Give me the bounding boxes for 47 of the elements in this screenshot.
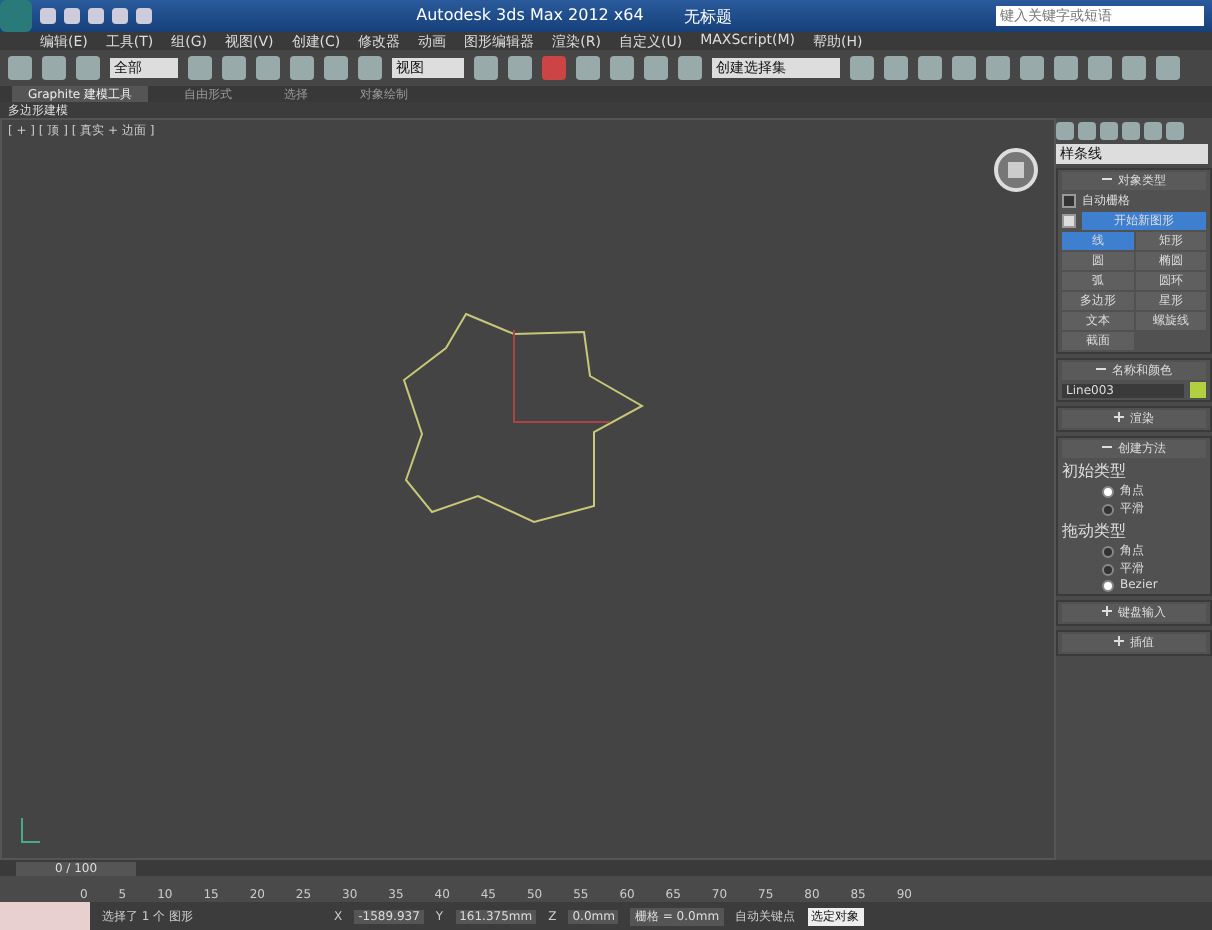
- toolbar-icon[interactable]: [1156, 56, 1180, 80]
- document-title: 无标题: [683, 5, 732, 27]
- toolbar-icon[interactable]: [1088, 56, 1112, 80]
- plus-icon: [1114, 412, 1124, 422]
- app-logo-icon[interactable]: [0, 0, 32, 32]
- checkbox[interactable]: [1062, 194, 1076, 208]
- plus-icon: [1102, 606, 1112, 616]
- toolbar-icon[interactable]: [850, 56, 874, 80]
- group-title: 初始类型: [1062, 462, 1126, 480]
- toolbar-icon[interactable]: [222, 56, 246, 80]
- maxscript-listener: [0, 902, 90, 930]
- toolbar-icon[interactable]: [188, 56, 212, 80]
- color-swatch[interactable]: [1190, 382, 1206, 398]
- radio-button[interactable]: [1102, 545, 1114, 557]
- toolbar-icon[interactable]: [8, 56, 32, 80]
- toolbar-icon[interactable]: [1122, 56, 1146, 80]
- toolbar-icon[interactable]: [986, 56, 1010, 80]
- toolbar-icon[interactable]: [952, 56, 976, 80]
- toolbar-icon[interactable]: [42, 56, 66, 80]
- radio-button[interactable]: [1102, 563, 1114, 575]
- toolbar-icon[interactable]: [76, 56, 100, 80]
- toolbar-icon[interactable]: [542, 56, 566, 80]
- toolbar-icon[interactable]: [474, 56, 498, 80]
- toolbar-icon[interactable]: [610, 56, 634, 80]
- toolbar-icon[interactable]: [256, 56, 280, 80]
- toolbar-icon[interactable]: [576, 56, 600, 80]
- plus-icon: [1114, 636, 1124, 646]
- toolbar-icon[interactable]: [508, 56, 532, 80]
- radio-button[interactable]: [1102, 503, 1114, 515]
- toolbar-icon[interactable]: [678, 56, 702, 80]
- toolbar-icon[interactable]: [918, 56, 942, 80]
- toolbar-icon[interactable]: [1054, 56, 1078, 80]
- toolbar-icon[interactable]: [644, 56, 668, 80]
- minus-icon: [1102, 442, 1112, 452]
- group-title: 拖动类型: [1062, 522, 1126, 540]
- radio-button[interactable]: [1102, 579, 1114, 591]
- radio-button[interactable]: [1102, 485, 1114, 497]
- minus-icon: [1096, 364, 1106, 374]
- minus-icon: [1102, 174, 1112, 184]
- checkbox[interactable]: [1062, 214, 1076, 228]
- toolbar-icon[interactable]: [324, 56, 348, 80]
- viewcube-icon[interactable]: [994, 148, 1038, 192]
- toolbar-icon[interactable]: [884, 56, 908, 80]
- toolbar-icon[interactable]: [290, 56, 314, 80]
- window-title: Autodesk 3ds Max 2012 x64: [416, 5, 644, 27]
- toolbar-icon[interactable]: [1020, 56, 1044, 80]
- toolbar-icon[interactable]: [358, 56, 382, 80]
